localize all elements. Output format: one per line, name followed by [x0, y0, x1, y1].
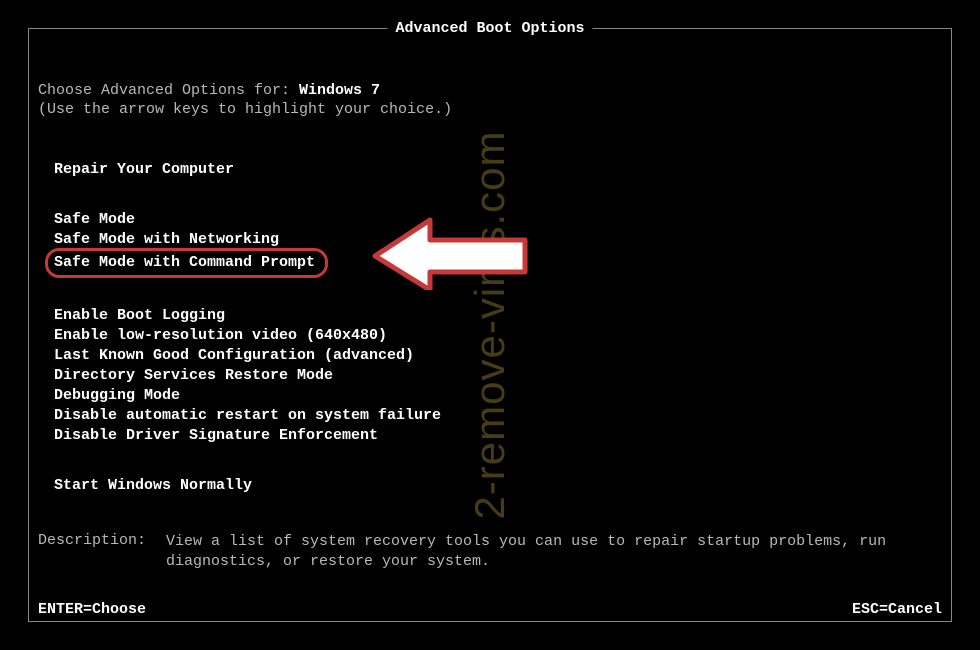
content-area: Choose Advanced Options for: Windows 7 (… [38, 82, 942, 496]
description-label: Description: [38, 532, 166, 572]
menu-item-boot-logging[interactable]: Enable Boot Logging [54, 306, 942, 326]
description-text: View a list of system recovery tools you… [166, 532, 942, 572]
os-name: Windows 7 [299, 82, 380, 99]
menu-item-disable-auto-restart[interactable]: Disable automatic restart on system fail… [54, 406, 942, 426]
choose-prefix: Choose Advanced Options for: [38, 82, 299, 99]
menu-group-repair: Repair Your Computer [54, 160, 942, 180]
menu-item-repair-computer[interactable]: Repair Your Computer [54, 160, 942, 180]
menu-item-safe-mode[interactable]: Safe Mode [54, 210, 942, 230]
menu-group-safemode: Safe Mode Safe Mode with Networking Safe… [54, 210, 942, 276]
description-block: Description: View a list of system recov… [38, 532, 942, 572]
page-title: Advanced Boot Options [387, 20, 592, 37]
menu-item-low-res-video[interactable]: Enable low-resolution video (640x480) [54, 326, 942, 346]
menu-item-safe-mode-command-prompt[interactable]: Safe Mode with Command Prompt [45, 248, 328, 278]
footer-hints: ENTER=Choose ESC=Cancel [38, 601, 942, 618]
menu-item-last-known-good[interactable]: Last Known Good Configuration (advanced) [54, 346, 942, 366]
menu-item-disable-driver-signature[interactable]: Disable Driver Signature Enforcement [54, 426, 942, 446]
menu-group-normal: Start Windows Normally [54, 476, 942, 496]
menu-item-start-normally[interactable]: Start Windows Normally [54, 476, 942, 496]
arrow-keys-hint: (Use the arrow keys to highlight your ch… [38, 101, 942, 118]
menu-item-directory-services-restore[interactable]: Directory Services Restore Mode [54, 366, 942, 386]
menu-group-advanced: Enable Boot Logging Enable low-resolutio… [54, 306, 942, 446]
esc-hint: ESC=Cancel [852, 601, 942, 618]
menu-item-safe-mode-networking[interactable]: Safe Mode with Networking [54, 230, 942, 250]
choose-line: Choose Advanced Options for: Windows 7 [38, 82, 942, 99]
enter-hint: ENTER=Choose [38, 601, 146, 618]
menu-item-debugging-mode[interactable]: Debugging Mode [54, 386, 942, 406]
